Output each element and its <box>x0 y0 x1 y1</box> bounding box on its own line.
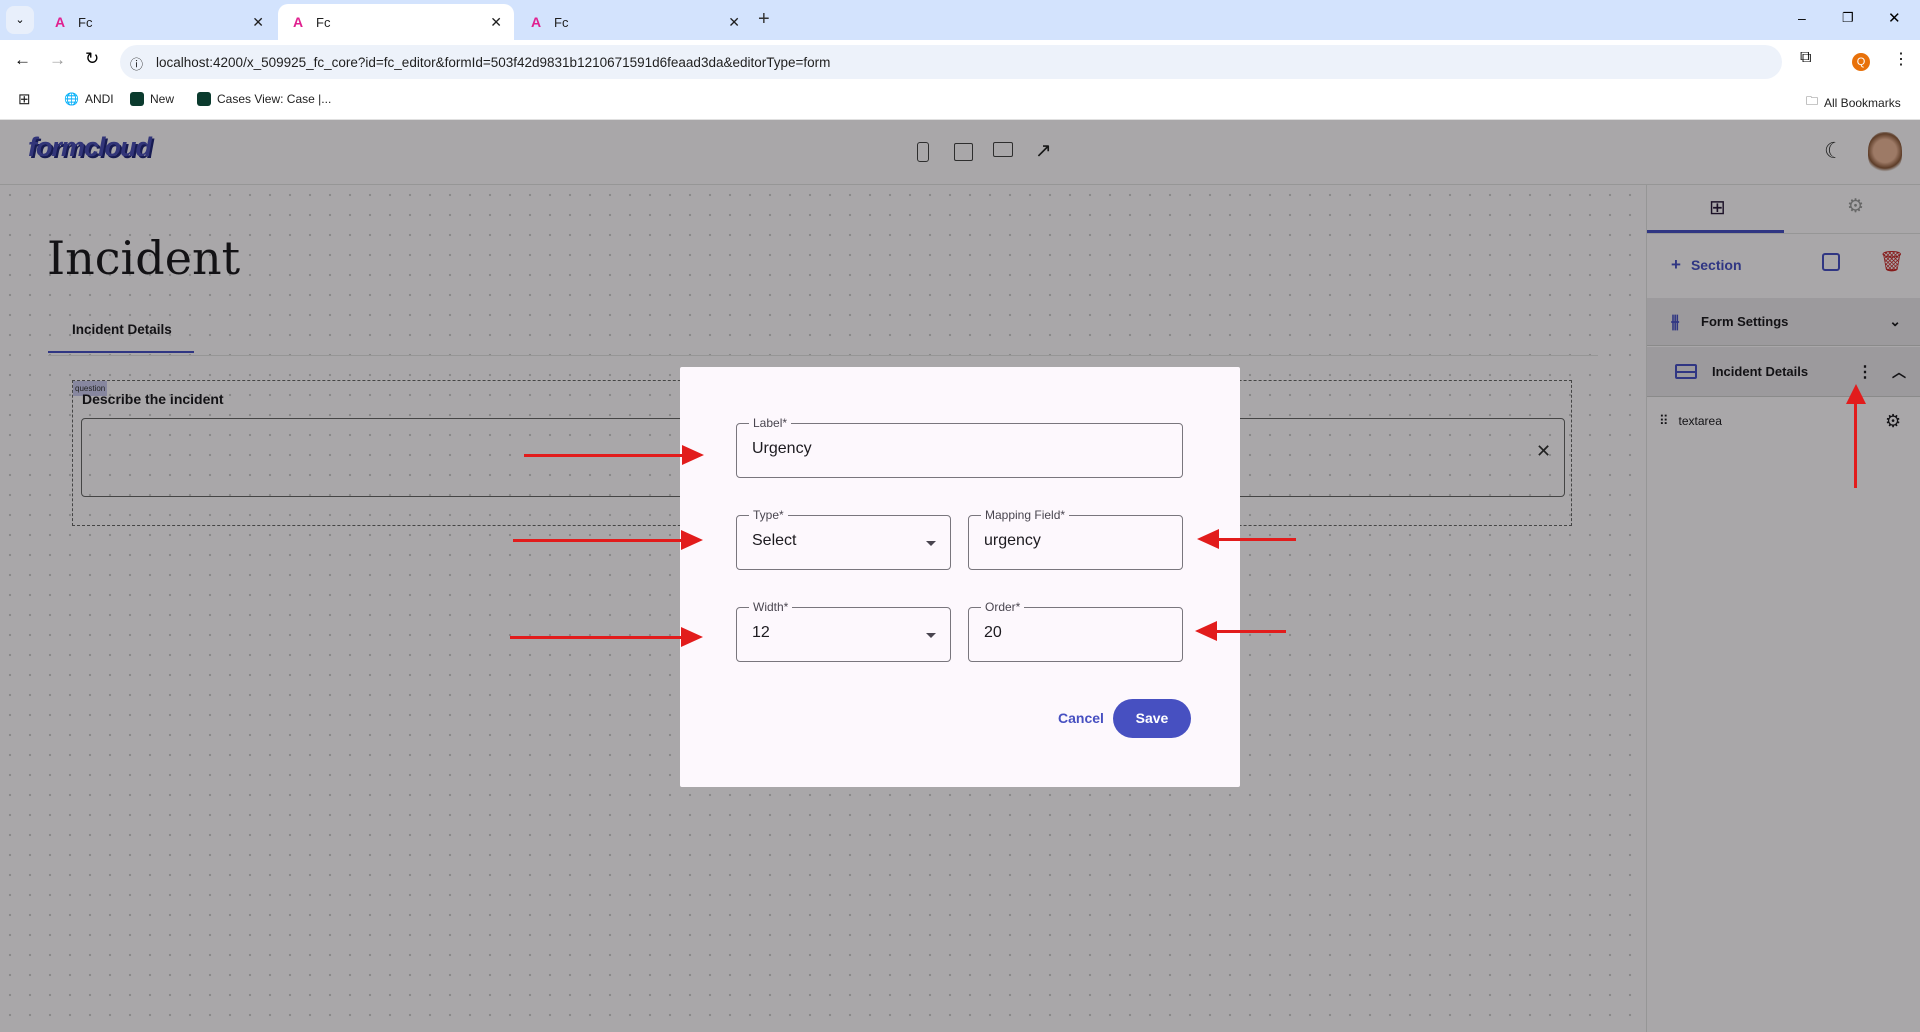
profile-avatar[interactable]: Q <box>1852 53 1870 71</box>
back-icon[interactable]: ← <box>14 50 31 70</box>
site-info-icon[interactable]: ⓘ <box>130 54 143 73</box>
dropdown-arrow-icon <box>926 541 936 546</box>
new-tab-button[interactable]: + <box>758 8 770 31</box>
bookmark-cases[interactable]: Cases View: Case |... <box>197 92 331 106</box>
menu-icon[interactable]: ⋮ <box>1893 49 1909 69</box>
mapping-field-input[interactable]: Mapping Field* urgency <box>968 508 1183 570</box>
width-select[interactable]: Width* 12 <box>736 600 951 662</box>
annotation-arrow <box>524 454 684 457</box>
arrowhead <box>682 445 704 465</box>
browser-tab[interactable]: A Fc ✕ <box>40 4 276 40</box>
minimize-button[interactable]: – <box>1798 10 1806 26</box>
bookmark-andi[interactable]: 🌐 ANDI <box>64 92 114 106</box>
annotation-arrow <box>1854 402 1857 488</box>
annotation-arrow <box>513 539 683 542</box>
dropdown-arrow-icon <box>926 633 936 638</box>
servicenow-icon <box>130 92 144 106</box>
annotation-arrow <box>1216 630 1286 633</box>
save-button[interactable]: Save <box>1113 699 1191 738</box>
address-bar[interactable]: ⓘ localhost:4200/x_509925_fc_core?id=fc_… <box>120 45 1782 79</box>
restore-button[interactable]: ❐ <box>1842 10 1854 26</box>
arrowhead <box>1197 529 1219 549</box>
arrowhead <box>1195 621 1217 641</box>
folder-icon: 🗀 <box>1806 94 1819 108</box>
cancel-button[interactable]: Cancel <box>1058 710 1104 726</box>
arrowhead <box>681 627 703 647</box>
tab-search-button[interactable]: ⌄ <box>6 6 34 34</box>
angular-icon: A <box>54 14 66 30</box>
annotation-arrow <box>510 636 683 639</box>
arrowhead <box>681 530 703 550</box>
browser-tab-strip: ⌄ A Fc ✕ A Fc ✕ A Fc ✕ + – ❐ ✕ <box>0 0 1920 40</box>
apps-icon[interactable]: ⊞ <box>18 90 31 108</box>
browser-tab-active[interactable]: A Fc ✕ <box>278 4 514 40</box>
servicenow-icon <box>197 92 211 106</box>
annotation-arrow <box>1218 538 1296 541</box>
browser-tab[interactable]: A Fc ✕ <box>516 4 752 40</box>
url-text[interactable]: localhost:4200/x_509925_fc_core?id=fc_ed… <box>156 55 830 70</box>
arrowhead <box>1846 384 1866 404</box>
bookmark-new[interactable]: New <box>130 92 174 106</box>
globe-icon: 🌐 <box>64 92 79 106</box>
close-window-button[interactable]: ✕ <box>1888 9 1901 27</box>
type-select[interactable]: Type* Select <box>736 508 951 570</box>
close-tab-icon[interactable]: ✕ <box>490 14 502 31</box>
close-tab-icon[interactable]: ✕ <box>728 14 740 31</box>
field-edit-dialog: Label* Urgency Type* Select Mapping Field*… <box>680 367 1240 787</box>
angular-icon: A <box>530 14 542 30</box>
close-tab-icon[interactable]: ✕ <box>252 14 264 31</box>
label-field[interactable]: Label* Urgency <box>736 416 1183 478</box>
extensions-icon[interactable]: ⧉ <box>1800 49 1811 67</box>
angular-icon: A <box>292 14 304 30</box>
bookmarks-bar: ⊞ 🌐 ANDI New Cases View: Case |... 🗀 All B… <box>0 80 1920 120</box>
all-bookmarks[interactable]: 🗀 All Bookmarks <box>1806 92 1901 113</box>
forward-icon[interactable]: → <box>49 50 66 70</box>
order-input[interactable]: Order* 20 <box>968 600 1183 662</box>
reload-icon[interactable]: ↻ <box>85 49 99 69</box>
